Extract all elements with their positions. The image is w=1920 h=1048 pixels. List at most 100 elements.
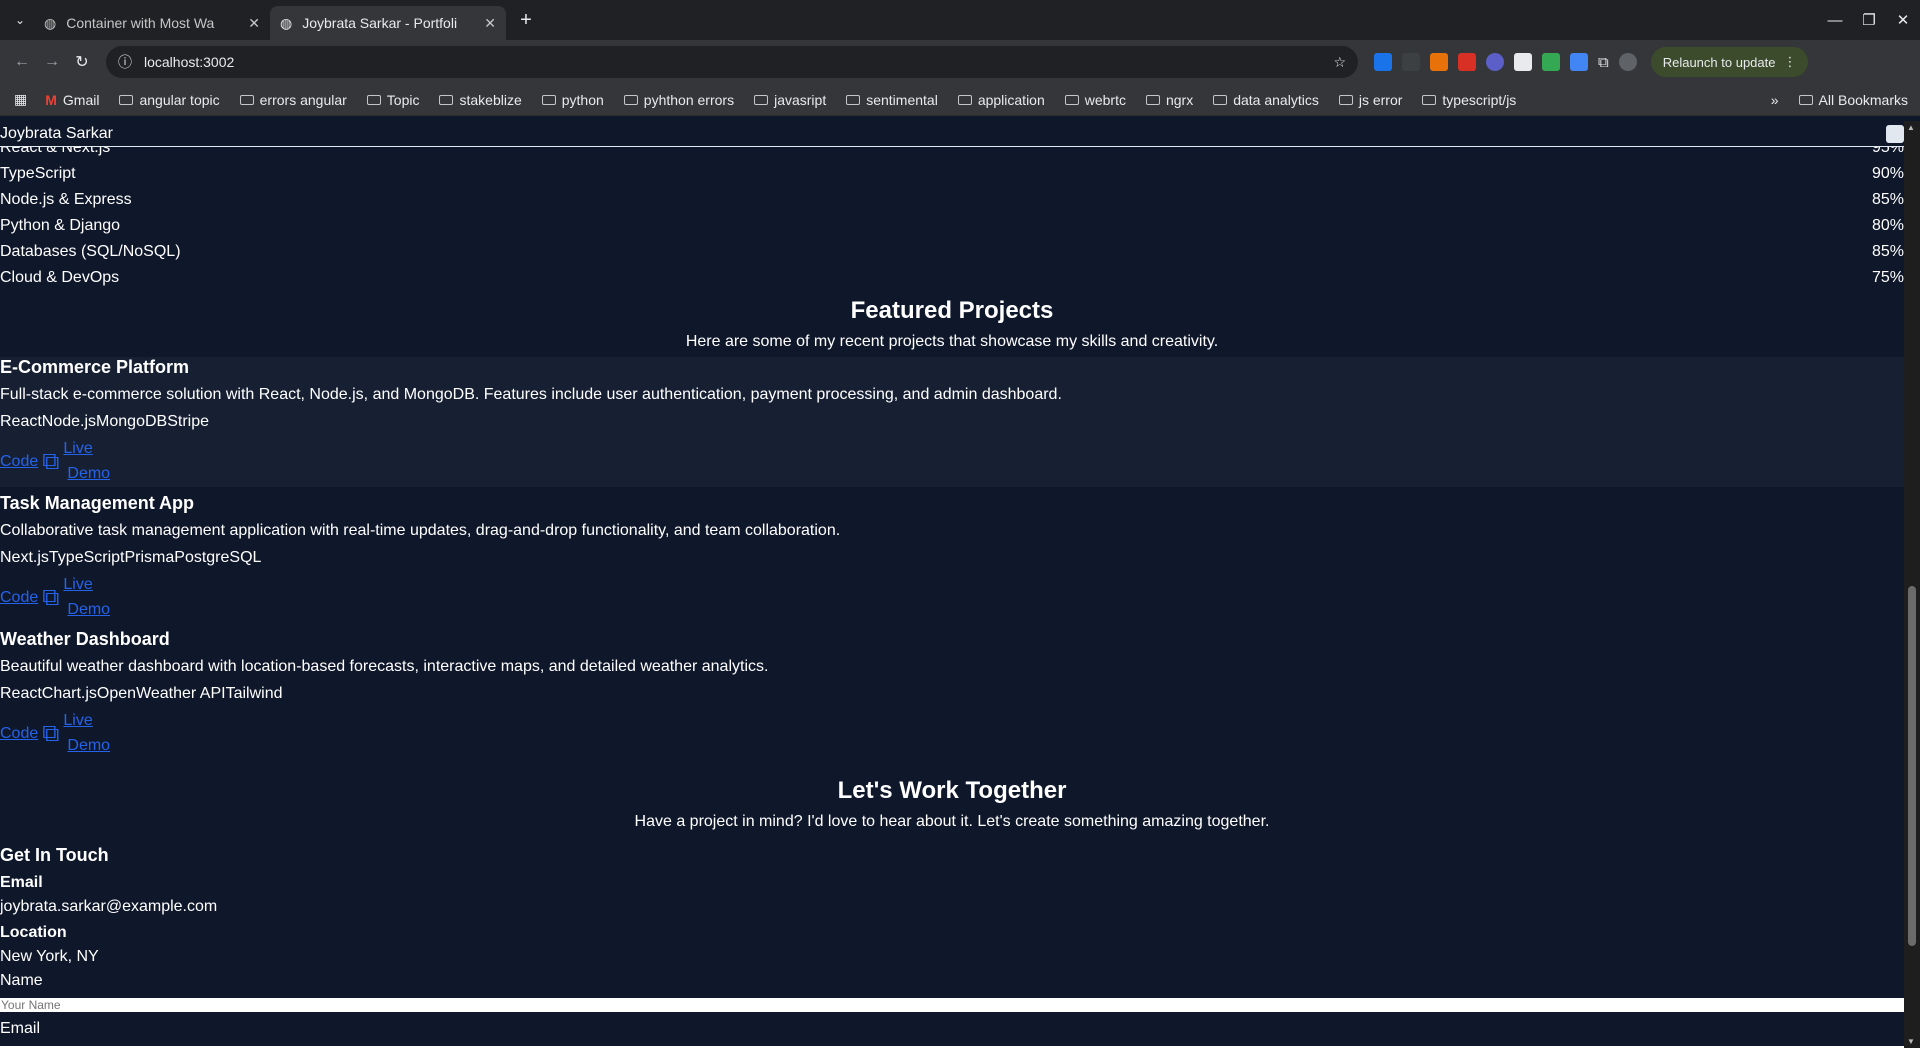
bookmark-label: javasript	[774, 91, 827, 108]
skill-percent: 90%	[1871, 165, 1904, 182]
project-card: E-Commerce Platform Full-stack e-commerc…	[0, 357, 1904, 487]
scrollbar-thumb[interactable]	[1908, 586, 1916, 946]
code-link[interactable]: Code	[0, 453, 38, 471]
all-bookmarks[interactable]: All Bookmarks	[1798, 91, 1908, 108]
live-label[interactable]: Live	[63, 436, 110, 461]
bookmark-folder[interactable]: angular topic	[119, 91, 220, 108]
tab-title: Joybrata Sarkar - Portfoli	[302, 15, 458, 31]
demo-label[interactable]: Demo	[67, 733, 110, 758]
bookmark-folder[interactable]: ngrx	[1145, 92, 1193, 108]
reload-icon[interactable]: ↻	[68, 52, 96, 72]
bookmark-folder[interactable]: python	[541, 92, 604, 108]
extension-icon[interactable]	[1458, 53, 1476, 71]
tab-container-with-most-water[interactable]: ◍ Container with Most Wa ✕	[34, 6, 270, 40]
globe-icon: ◍	[280, 14, 293, 31]
location-value: New York, NY	[0, 948, 99, 965]
project-description: Collaborative task management applicatio…	[0, 522, 841, 539]
bookmark-folder[interactable]: js error	[1338, 92, 1402, 108]
relaunch-button[interactable]: Relaunch to update ⋮	[1650, 47, 1809, 77]
project-links: Code ⧉ Live Demo	[0, 709, 1904, 759]
bookmark-folder[interactable]: stakeblize	[439, 91, 522, 108]
close-icon[interactable]: ✕	[248, 15, 260, 32]
extension-icon[interactable]	[1486, 53, 1504, 71]
puzzle-icon[interactable]: ⧉	[1598, 54, 1609, 71]
contact-heading: Let's Work Together	[837, 777, 1067, 804]
extension-icon[interactable]	[1570, 53, 1588, 71]
folder-icon	[1145, 94, 1160, 105]
back-icon[interactable]: ←	[8, 53, 36, 71]
new-tab-button[interactable]: +	[512, 9, 540, 32]
live-demo-link[interactable]: Live Demo	[63, 436, 110, 486]
project-tags: Next.jsTypeScriptPrismaPostgreSQL	[0, 549, 262, 566]
folder-icon	[119, 94, 134, 105]
avatar[interactable]	[1618, 53, 1637, 71]
skill-percent: 85%	[1871, 243, 1904, 260]
bookmark-label: pyhthon errors	[643, 91, 735, 108]
code-link[interactable]: Code	[0, 589, 38, 607]
folder-icon	[1338, 94, 1353, 105]
page-scrollbar[interactable]: ▲ ▼	[1904, 121, 1920, 1048]
live-demo-link[interactable]: Live Demo	[63, 708, 110, 758]
minimize-icon[interactable]: —	[1818, 12, 1852, 29]
apps-grid-icon[interactable]: ▦	[14, 91, 27, 108]
scroll-up-icon[interactable]: ▲	[1907, 123, 1915, 132]
maximize-icon[interactable]: ❐	[1852, 11, 1886, 29]
external-link-icon[interactable]: ⧉	[42, 720, 59, 748]
bookmark-folder[interactable]: javasript	[754, 92, 826, 108]
tab-search-button[interactable]: ⌄	[6, 6, 34, 34]
more-vert-icon[interactable]: ⋮	[1783, 54, 1796, 70]
extension-icon[interactable]	[1402, 53, 1420, 71]
bookmark-label: Topic	[386, 91, 420, 108]
bookmark-folder[interactable]: Topic	[366, 91, 420, 108]
code-link[interactable]: Code	[0, 725, 38, 743]
skill-name: TypeScript	[0, 165, 76, 182]
address-bar[interactable]: ⓘ localhost:3002 ☆	[106, 46, 1358, 78]
project-tags: ReactChart.jsOpenWeather APITailwind	[0, 685, 283, 702]
bookmark-folder[interactable]: errors angular	[239, 92, 347, 108]
folder-icon	[541, 94, 556, 105]
external-link-icon[interactable]: ⧉	[42, 584, 59, 612]
bookmark-folder[interactable]: data analytics	[1213, 92, 1319, 108]
bookmark-label: angular topic	[139, 91, 220, 108]
folder-icon	[439, 94, 454, 105]
scroll-down-icon[interactable]: ▼	[1907, 1037, 1915, 1046]
tab-strip: ⌄ ◍ Container with Most Wa ✕ ◍ Joybrata …	[0, 0, 1920, 40]
extension-icon[interactable]	[1542, 53, 1560, 71]
bookmark-gmail[interactable]: M Gmail	[45, 92, 99, 108]
bookmark-label: typescript/js	[1442, 91, 1517, 108]
external-link-icon[interactable]: ⧉	[42, 448, 59, 476]
bookmark-folder[interactable]: webrtc	[1064, 92, 1126, 108]
forward-icon[interactable]: →	[38, 53, 66, 71]
live-label[interactable]: Live	[63, 572, 110, 597]
bookmark-label: Gmail	[62, 91, 100, 108]
project-title: Task Management App	[0, 493, 195, 513]
bookmark-label: All Bookmarks	[1818, 91, 1908, 108]
name-input[interactable]	[0, 998, 1904, 1012]
extension-icon[interactable]	[1430, 53, 1448, 71]
bookmark-folder[interactable]: pyhthon errors	[623, 91, 735, 108]
skills-list: React & Next.js 95% TypeScript 90% Node.js…	[0, 135, 1904, 291]
skill-percent: 80%	[1871, 217, 1904, 234]
bookmarks-bar: ▦ M Gmail angular topic errors angular To…	[0, 84, 1920, 116]
demo-label[interactable]: Demo	[67, 597, 110, 622]
url-text[interactable]: localhost:3002	[144, 54, 1321, 70]
more-bookmarks-icon[interactable]: »	[1771, 92, 1779, 108]
live-demo-link[interactable]: Live Demo	[63, 572, 110, 622]
brand-name[interactable]: Joybrata Sarkar	[0, 125, 113, 142]
theme-toggle-icon[interactable]	[1886, 125, 1904, 143]
bookmark-folder[interactable]: application	[957, 92, 1045, 108]
bookmark-star-icon[interactable]: ☆	[1333, 54, 1346, 71]
bookmark-folder[interactable]: typescript/js	[1422, 92, 1516, 108]
live-label[interactable]: Live	[63, 708, 110, 733]
bookmark-label: stakeblize	[459, 91, 522, 108]
site-header: Joybrata Sarkar	[0, 121, 1904, 147]
tab-portfolio[interactable]: ◍ Joybrata Sarkar - Portfoli ✕	[270, 6, 506, 40]
extension-icon[interactable]	[1374, 53, 1392, 71]
demo-label[interactable]: Demo	[67, 461, 110, 486]
close-window-icon[interactable]: ✕	[1886, 11, 1920, 29]
get-in-touch-heading: Get In Touch	[0, 845, 109, 865]
site-info-icon[interactable]: ⓘ	[118, 52, 132, 72]
bookmark-folder[interactable]: sentimental	[846, 92, 938, 108]
close-icon[interactable]: ✕	[484, 15, 496, 32]
extension-icon[interactable]	[1514, 53, 1532, 71]
